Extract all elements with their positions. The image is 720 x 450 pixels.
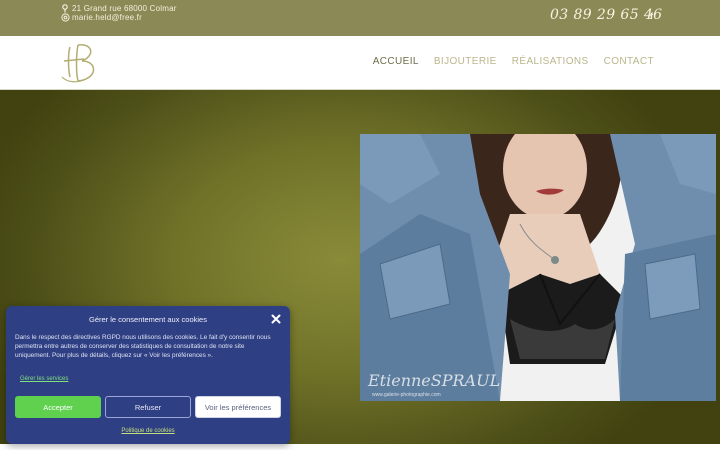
manage-services-link[interactable]: Gérer les services [20, 376, 68, 382]
photo-watermark-url: www.galerie-photographie.com [372, 392, 441, 398]
address-row: 21 Grand rue 68000 Colmar [60, 4, 177, 13]
view-preferences-button[interactable]: Voir les préférences [195, 396, 281, 418]
email-row[interactable]: marie.held@free.fr [60, 13, 177, 22]
hero-photo: EtienneSPRAUL www.galerie-photographie.c… [360, 134, 716, 401]
phone-number[interactable]: 03 89 29 65 46 [550, 7, 662, 23]
email-link[interactable]: marie.held@free.fr [72, 13, 142, 22]
nav-item-realisations[interactable]: RÉALISATIONS [512, 56, 589, 67]
nav-item-contact[interactable]: CONTACT [604, 56, 654, 67]
map-pin-icon [60, 4, 70, 13]
main-navbar: ACCUEIL BIJOUTERIE RÉALISATIONS CONTACT [0, 36, 720, 90]
main-menu: ACCUEIL BIJOUTERIE RÉALISATIONS CONTACT [373, 56, 654, 67]
cookie-consent-banner: Gérer le consentement aux cookies Dans l… [6, 306, 290, 444]
address-text: 21 Grand rue 68000 Colmar [72, 4, 177, 13]
facebook-icon[interactable]: f [650, 11, 653, 21]
accept-button[interactable]: Accepter [15, 396, 101, 418]
page: 21 Grand rue 68000 Colmar marie.held@fre… [0, 0, 720, 450]
refuse-button[interactable]: Refuser [105, 396, 191, 418]
cookie-policy-link[interactable]: Politique de cookies [6, 428, 290, 434]
hero-photo-illustration: EtienneSPRAUL www.galerie-photographie.c… [360, 134, 716, 401]
nav-item-accueil[interactable]: ACCUEIL [373, 56, 419, 67]
logo[interactable] [58, 39, 106, 87]
photo-watermark-signature: EtienneSPRAUL [367, 371, 500, 390]
nav-item-bijouterie[interactable]: BIJOUTERIE [434, 56, 497, 67]
hero-bottom-edge [0, 444, 720, 450]
at-sign-icon [60, 13, 70, 22]
contact-info: 21 Grand rue 68000 Colmar marie.held@fre… [60, 4, 177, 22]
close-icon[interactable] [270, 312, 282, 324]
top-contact-bar: 21 Grand rue 68000 Colmar marie.held@fre… [0, 0, 720, 36]
cookie-title: Gérer le consentement aux cookies [89, 315, 207, 324]
cookie-description: Dans le respect des directives RGPD nous… [15, 334, 271, 359]
